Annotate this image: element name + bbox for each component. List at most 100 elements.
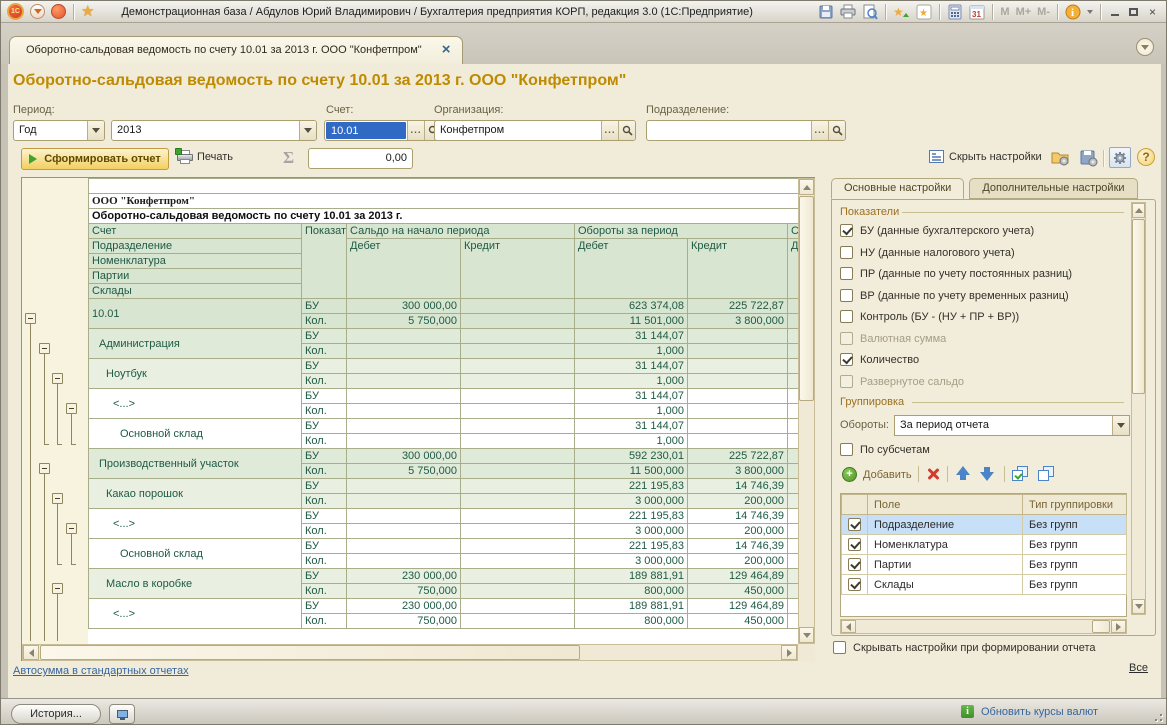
by-subaccounts-checkbox[interactable]: По субсчетам xyxy=(840,443,930,459)
maximize-button[interactable] xyxy=(1126,6,1141,19)
checkbox[interactable] xyxy=(840,267,853,280)
tab-main-settings[interactable]: Основные настройки xyxy=(831,178,964,199)
grouping-row[interactable]: НоменклатураБез групп xyxy=(842,535,1127,555)
tree-collapse-icon[interactable] xyxy=(39,343,50,354)
report-horizontal-scrollbar[interactable] xyxy=(22,644,798,661)
scroll-right-arrow[interactable] xyxy=(1111,620,1126,633)
all-link[interactable]: Все xyxy=(1129,662,1148,674)
performance-button[interactable] xyxy=(109,704,135,724)
tree-collapse-icon[interactable] xyxy=(25,313,36,324)
tab-report[interactable]: Оборотно-сальдовая ведомость по счету 10… xyxy=(9,36,463,64)
tab-close-icon[interactable]: × xyxy=(442,44,451,56)
tree-collapse-icon[interactable] xyxy=(66,403,77,414)
quick-access-button[interactable] xyxy=(51,4,66,19)
tree-collapse-icon[interactable] xyxy=(66,523,77,534)
indicator-checkbox-row[interactable]: Количество xyxy=(840,353,919,369)
load-settings-icon[interactable] xyxy=(1051,149,1071,167)
chevron-down-icon[interactable] xyxy=(87,121,104,140)
move-up-button[interactable] xyxy=(956,466,970,481)
indicator-checkbox-row[interactable]: Контроль (БУ - (НУ + ПР + ВР)) xyxy=(840,310,1019,326)
scroll-thumb[interactable] xyxy=(799,196,814,401)
main-menu-button[interactable] xyxy=(30,4,45,19)
scroll-left-arrow[interactable] xyxy=(23,645,39,660)
grouping-row[interactable]: ПодразделениеБез групп xyxy=(842,515,1127,535)
checkbox[interactable] xyxy=(840,443,853,456)
checkbox[interactable] xyxy=(848,578,861,591)
account-input[interactable]: 10.01 ... xyxy=(324,120,442,141)
period-type-select[interactable]: Год xyxy=(13,120,105,141)
scroll-right-arrow[interactable] xyxy=(781,645,797,660)
tree-collapse-icon[interactable] xyxy=(52,583,63,594)
report-vertical-scrollbar[interactable] xyxy=(798,178,815,644)
scroll-thumb[interactable] xyxy=(1132,219,1145,394)
history-button[interactable]: История... xyxy=(11,704,101,724)
minimize-button[interactable] xyxy=(1107,6,1122,19)
checkbox[interactable] xyxy=(840,224,853,237)
hide-settings-button[interactable]: Скрыть настройки xyxy=(929,150,1042,163)
tab-additional-settings[interactable]: Дополнительные настройки xyxy=(969,178,1137,199)
checkbox[interactable] xyxy=(840,353,853,366)
calculator-icon[interactable] xyxy=(947,3,963,21)
move-down-button[interactable] xyxy=(980,466,994,481)
checkbox[interactable] xyxy=(840,289,853,302)
tree-collapse-icon[interactable] xyxy=(52,493,63,504)
resize-grip[interactable] xyxy=(1150,709,1162,721)
checkbox[interactable] xyxy=(840,246,853,259)
scroll-up-arrow[interactable] xyxy=(1132,203,1145,218)
info-dropdown-icon[interactable] xyxy=(1087,3,1093,21)
tab-list-button[interactable] xyxy=(1136,38,1154,56)
ellipsis-button[interactable]: ... xyxy=(811,121,828,140)
tree-collapse-icon[interactable] xyxy=(39,463,50,474)
tree-collapse-icon[interactable] xyxy=(52,373,63,384)
checkbox[interactable] xyxy=(848,518,861,531)
checkbox[interactable] xyxy=(840,332,853,345)
checkbox[interactable] xyxy=(833,641,846,654)
favorites-list-icon[interactable]: ★ xyxy=(916,3,932,21)
indicator-checkbox-row[interactable]: Валютная сумма xyxy=(840,332,946,348)
department-input[interactable]: ... xyxy=(646,120,846,141)
grouping-horizontal-scrollbar[interactable] xyxy=(840,619,1127,634)
search-icon[interactable] xyxy=(828,121,845,140)
turnovers-select[interactable]: За период отчета xyxy=(894,415,1130,436)
scroll-up-arrow[interactable] xyxy=(799,179,814,195)
calendar-icon[interactable]: 31 xyxy=(969,3,985,21)
help-button[interactable]: ? xyxy=(1137,148,1155,166)
save-settings-icon[interactable] xyxy=(1079,149,1099,167)
add-button[interactable]: +Добавить xyxy=(842,467,912,482)
close-button[interactable]: × xyxy=(1145,6,1160,19)
print-button[interactable]: Печать xyxy=(177,150,233,164)
chevron-down-icon[interactable] xyxy=(1112,416,1129,435)
checkbox[interactable] xyxy=(840,375,853,388)
checkbox[interactable] xyxy=(848,558,861,571)
autosum-field[interactable]: 0,00 xyxy=(308,148,413,169)
scroll-thumb[interactable] xyxy=(40,645,580,660)
update-currency-rates-link[interactable]: Обновить курсы валют xyxy=(981,706,1098,718)
search-icon[interactable] xyxy=(618,121,635,140)
print-icon[interactable] xyxy=(840,3,856,21)
add-favorite-icon[interactable]: ★ xyxy=(893,3,910,21)
check-all-button[interactable] xyxy=(1012,466,1030,482)
print-preview-icon[interactable] xyxy=(862,3,878,21)
indicator-checkbox-row[interactable]: Развернутое сальдо xyxy=(840,375,964,391)
delete-button[interactable] xyxy=(926,467,940,481)
indicator-checkbox-row[interactable]: НУ (данные налогового учета) xyxy=(840,246,1015,262)
indicator-checkbox-row[interactable]: БУ (данные бухгалтерского учета) xyxy=(840,224,1034,240)
grouping-row[interactable]: ПартииБез групп xyxy=(842,555,1127,575)
checkbox[interactable] xyxy=(840,310,853,323)
checkbox[interactable] xyxy=(848,538,861,551)
generate-report-button[interactable]: Сформировать отчет xyxy=(21,148,169,170)
scroll-thumb[interactable] xyxy=(1092,620,1110,633)
ellipsis-button[interactable]: ... xyxy=(601,121,618,140)
ellipsis-button[interactable]: ... xyxy=(407,121,424,140)
indicator-checkbox-row[interactable]: ПР (данные по учету постоянных разниц) xyxy=(840,267,1072,283)
settings-gear-button[interactable] xyxy=(1109,147,1131,168)
scroll-left-arrow[interactable] xyxy=(841,620,856,633)
scroll-down-arrow[interactable] xyxy=(799,627,814,643)
hide-settings-on-generate-checkbox[interactable]: Скрывать настройки при формировании отче… xyxy=(833,641,1096,657)
favorites-star-icon[interactable]: ★ xyxy=(81,3,94,21)
grouping-row[interactable]: СкладыБез групп xyxy=(842,575,1127,595)
organization-input[interactable]: Конфетпром ... xyxy=(434,120,636,141)
save-icon[interactable] xyxy=(818,3,834,21)
info-icon[interactable]: i xyxy=(1065,3,1081,21)
chevron-down-icon[interactable] xyxy=(299,121,316,140)
